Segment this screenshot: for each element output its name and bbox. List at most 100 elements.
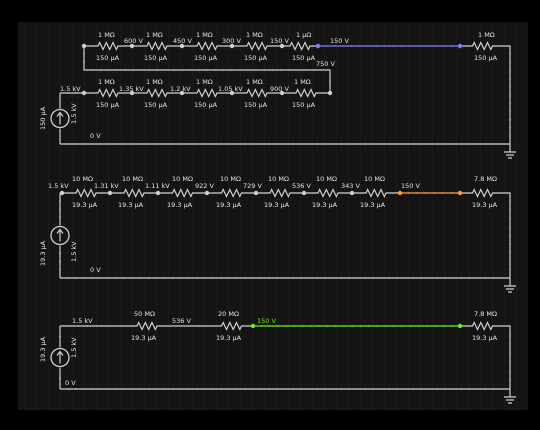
current-dot [171,143,174,145]
current-dot [59,377,61,380]
current-dot [83,61,85,63]
current-label: 150 µA [194,101,218,109]
current-dot [364,277,367,279]
current-dot [276,277,278,279]
current-dot [255,69,258,71]
current-label: 19.3 µA [118,201,144,209]
current-dot [155,388,158,390]
current-dot [171,388,174,390]
current-dot [388,388,391,390]
current-dot [171,277,174,279]
current-dot [139,277,142,279]
current-dot [107,277,110,279]
current-dot [320,69,323,71]
current-dot [197,69,200,71]
current-label: 150 µA [292,101,316,109]
current-label: 150 µA [244,101,268,109]
current-dot [509,126,511,129]
node-voltage: 1.5 kV [60,85,81,93]
current-dot [326,325,329,327]
node-voltage-return: 750 V [316,60,335,68]
current-label: 150 µA [292,54,316,62]
current-dot [334,325,337,327]
current-dot [404,143,407,145]
current-dot [329,80,331,83]
resistor-label: 10 MΩ [268,175,289,183]
current-dot [348,143,351,145]
current-dot [67,388,69,390]
node-voltage: 300 V [222,37,241,45]
current-dot [156,69,159,71]
current-dot [318,325,321,327]
current-dot [214,69,217,71]
current-dot [364,388,367,390]
current-dot [292,388,294,390]
node-voltage: 536 V [172,317,191,325]
current-dot [124,69,126,71]
current-dot [433,192,436,194]
current-dot [376,325,379,327]
current-dot [310,325,312,327]
current-label: 19.3 µA [131,334,157,342]
current-dot [444,143,447,145]
resistor-label: 7.8 MΩ [474,175,497,183]
current-dot [165,69,167,71]
current-dot [115,143,118,145]
current-dot [380,388,383,390]
current-dot [509,69,511,72]
current-dot [509,53,511,56]
ground-voltage: 0 V [65,379,76,387]
current-dot [468,388,471,390]
current-dot [450,45,453,47]
current-dot [99,277,102,279]
current-dot [195,277,198,279]
node [155,190,161,196]
current-dot [284,388,286,390]
circuit-simulator-canvas[interactable]: 1 MΩ 1 MΩ 1 MΩ 1 MΩ 1 µΩ 1 MΩ 150 µA 150… [0,0,540,425]
current-dot [404,277,407,279]
current-dot [195,143,198,145]
resistor-label: 1 MΩ [98,78,115,86]
current-dot [293,325,296,327]
current-dot [251,143,254,145]
current-dot [59,268,61,271]
current-dot [99,388,102,390]
current-dot [308,143,311,145]
current-dot [358,45,361,47]
current-dot [407,192,410,194]
current-dot [211,277,214,279]
current-dot [409,325,412,327]
current-dot [243,277,246,279]
current-dot [412,143,415,145]
current-dot [380,277,383,279]
current-dot [425,45,428,47]
current-dot [59,216,61,219]
current-dot [343,325,345,327]
current-dot [509,118,511,121]
current-dot [388,277,391,279]
current-dot [509,200,511,203]
current-dot [441,192,444,194]
current-dot [375,45,378,47]
current-label: 19.3 µA [312,201,338,209]
current-dot [316,388,319,390]
current-dot [296,69,299,71]
current-label: 150 µA [194,54,218,62]
current-dot [509,217,511,220]
current-dot [484,388,487,390]
current-label: 19.3 µA [216,201,242,209]
current-dot [420,277,423,279]
node-voltage: 729 V [243,182,262,190]
current-dot [434,325,437,327]
node [81,90,87,96]
current-dot [211,388,214,390]
current-dot [300,143,302,145]
schematic[interactable]: 1 MΩ 1 MΩ 1 MΩ 1 MΩ 1 µΩ 1 MΩ 150 µA 150… [0,0,540,425]
current-dot [123,277,126,279]
current-dot [179,388,182,390]
node-voltage: 1.35 kV [119,85,144,93]
current-dot [187,143,190,145]
current-dot [300,277,302,279]
current-dot [59,200,61,203]
current-dot [509,209,511,211]
